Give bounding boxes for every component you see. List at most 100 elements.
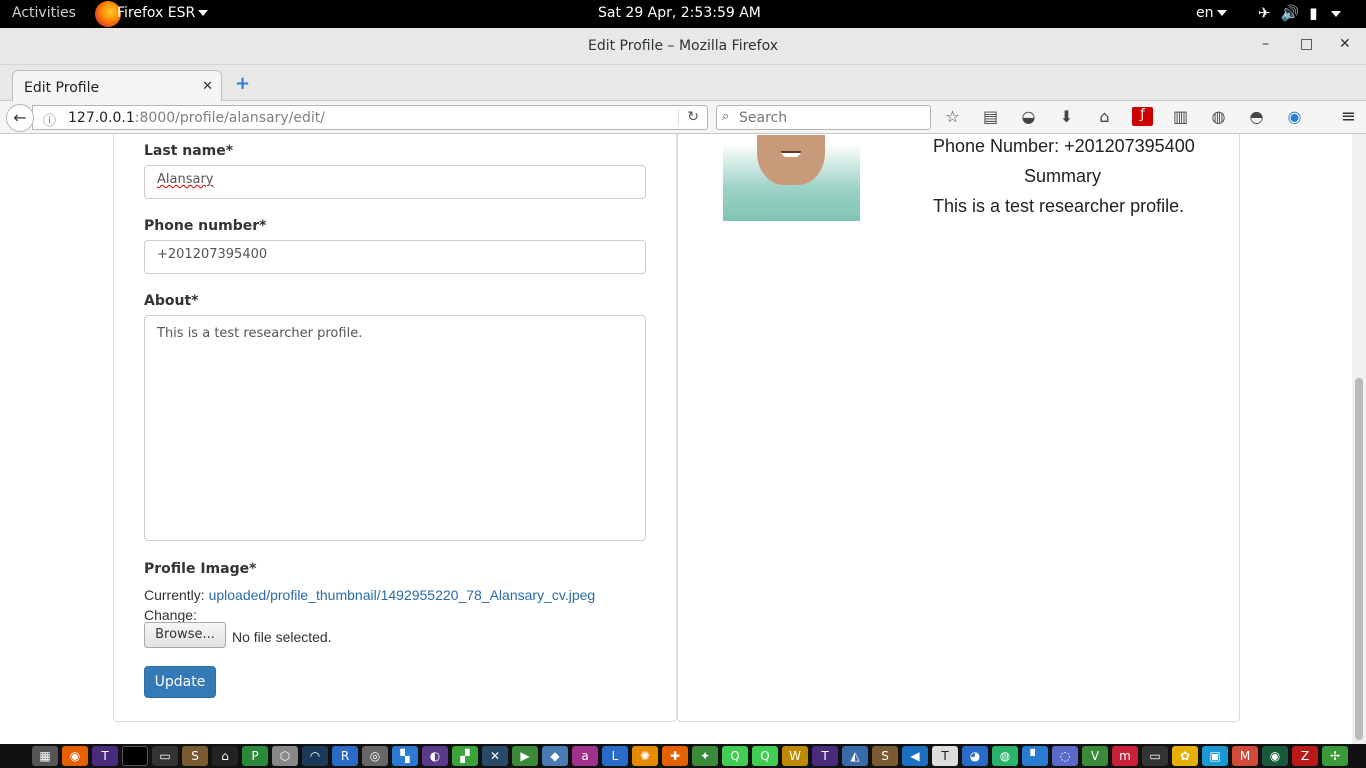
sublime-icon[interactable]: S — [872, 746, 898, 766]
url-host: 127.0.0.1 — [68, 110, 135, 126]
volume-icon: 🔊 — [1280, 4, 1300, 22]
hamburger-menu-icon[interactable]: ≡ — [1341, 106, 1356, 127]
close-window-button[interactable]: ✕ — [1339, 36, 1351, 52]
app-icon[interactable]: ◕ — [962, 746, 988, 766]
app-icon[interactable]: ⬡ — [272, 746, 298, 766]
update-button[interactable]: Update — [144, 666, 216, 698]
rstudio-icon[interactable]: ◎ — [362, 746, 388, 766]
language-menu[interactable]: en — [1196, 5, 1227, 21]
home-icon[interactable]: ⌂ — [1094, 107, 1115, 126]
canopy-icon[interactable]: ◠ — [302, 746, 328, 766]
r-icon[interactable]: R — [332, 746, 358, 766]
extension-icon[interactable]: ▥ — [1170, 107, 1191, 126]
app-icon[interactable]: a — [572, 746, 598, 766]
about-label: About* — [144, 293, 199, 309]
firefox-icon[interactable]: ◉ — [62, 746, 88, 766]
phone-number-field[interactable]: +201207395400 — [144, 240, 646, 274]
app-icon[interactable]: ◆ — [542, 746, 568, 766]
app-icon[interactable]: ✚ — [662, 746, 688, 766]
app-icon[interactable]: ▘ — [1022, 746, 1048, 766]
about-value: This is a test researcher profile. — [157, 326, 363, 341]
search-input[interactable] — [739, 108, 924, 127]
app-icon[interactable]: W — [782, 746, 808, 766]
extension-icon[interactable]: ◍ — [1208, 107, 1229, 126]
bookmark-star-icon[interactable]: ☆ — [942, 107, 963, 126]
taskbar-dock: ▦ ◉ T ▭ S ⌂ P ⬡ ◠ R ◎ ▚ ◐ ▞ ✕ ▶ ◆ a L ✺ … — [0, 744, 1366, 768]
search-bar[interactable]: ⌕ — [716, 105, 931, 130]
settings-icon[interactable]: ✺ — [632, 746, 658, 766]
gmail-icon[interactable]: M — [1232, 746, 1258, 766]
page-content: Last name* Alansary Phone number* +20120… — [0, 134, 1366, 744]
app-icon[interactable]: ✕ — [482, 746, 508, 766]
download-icon[interactable]: ⬇ — [1056, 107, 1077, 126]
site-info-icon[interactable]: ⓘ — [43, 110, 56, 129]
pocket-icon[interactable]: ◒ — [1018, 107, 1039, 126]
extension-icon[interactable]: ◓ — [1246, 107, 1267, 126]
tex-icon[interactable]: T — [932, 746, 958, 766]
language-label: en — [1196, 5, 1214, 21]
filezilla-icon[interactable]: Z — [1292, 746, 1318, 766]
app-icon[interactable]: ▚ — [392, 746, 418, 766]
vertical-scrollbar[interactable] — [1352, 134, 1366, 744]
terminal-icon[interactable]: ▭ — [1142, 746, 1168, 766]
browse-button[interactable]: Browse... — [144, 622, 226, 648]
app-icon[interactable]: ▞ — [452, 746, 478, 766]
app-icon[interactable]: ◌ — [1052, 746, 1078, 766]
window-title: Edit Profile – Mozilla Firefox — [587, 38, 779, 54]
summary-text: This is a test researcher profile. — [933, 196, 1185, 216]
app-icon[interactable]: ▶ — [512, 746, 538, 766]
libreoffice-icon[interactable]: L — [602, 746, 628, 766]
downloads-status-icon[interactable]: ◉ — [1284, 107, 1305, 126]
about-textarea[interactable]: This is a test researcher profile. — [144, 315, 646, 541]
profile-photo-face — [757, 135, 825, 185]
files-icon[interactable]: ▦ — [32, 746, 58, 766]
app-icon[interactable]: m — [1112, 746, 1138, 766]
url-text: 127.0.0.1:8000/profile/alansary/edit/ — [68, 110, 325, 126]
home-icon[interactable]: ⌂ — [212, 746, 238, 766]
scrollbar-thumb[interactable] — [1355, 378, 1363, 740]
profile-image-label: Profile Image* — [144, 561, 257, 577]
current-image-link[interactable]: uploaded/profile_thumbnail/1492955220_78… — [209, 587, 596, 603]
current-image-line: Currently: uploaded/profile_thumbnail/14… — [144, 587, 595, 603]
vim-icon[interactable]: V — [1082, 746, 1108, 766]
clock[interactable]: Sat 29 Apr, 2:53:59 AM — [598, 5, 761, 21]
maximize-button[interactable]: □ — [1300, 36, 1313, 52]
vscode-icon[interactable]: ◀ — [902, 746, 928, 766]
new-tab-button[interactable]: + — [235, 73, 250, 94]
summary-heading: Summary — [1024, 166, 1102, 186]
url-bar[interactable]: ⓘ 127.0.0.1:8000/profile/alansary/edit/ … — [32, 105, 708, 130]
app-icon[interactable]: ◍ — [992, 746, 1018, 766]
minimize-button[interactable]: – — [1262, 36, 1269, 52]
terminal-icon[interactable] — [122, 746, 148, 766]
activities-button[interactable]: Activities — [12, 5, 76, 21]
qt-icon[interactable]: Q — [752, 746, 778, 766]
qt-icon[interactable]: Q — [722, 746, 748, 766]
sublime-icon[interactable]: S — [182, 746, 208, 766]
app-menu-label: Firefox ESR — [117, 5, 196, 21]
terminal-icon[interactable]: ▭ — [152, 746, 178, 766]
tex-icon[interactable]: T — [812, 746, 838, 766]
pycharm-icon[interactable]: P — [242, 746, 268, 766]
reload-icon[interactable]: ↻ — [678, 109, 699, 125]
tab-strip: Edit Profile ✕ + — [0, 65, 1366, 102]
app-icon[interactable]: ◉ — [1262, 746, 1288, 766]
change-label: Change: — [144, 607, 197, 623]
app-icon[interactable]: ▣ — [1202, 746, 1228, 766]
app-icon[interactable]: ✦ — [692, 746, 718, 766]
tex-icon[interactable]: T — [92, 746, 118, 766]
last-name-field[interactable]: Alansary — [144, 165, 646, 199]
app-icon[interactable]: ✢ — [1322, 746, 1348, 766]
back-button[interactable]: ← — [6, 104, 34, 132]
eclipse-icon[interactable]: ◐ — [422, 746, 448, 766]
app-icon[interactable]: ◭ — [842, 746, 868, 766]
url-path: :8000/profile/alansary/edit/ — [134, 110, 325, 126]
sunflower-icon[interactable]: ✿ — [1172, 746, 1198, 766]
system-status-area[interactable]: ✈ 🔊 ▮ — [1258, 4, 1341, 22]
app-menu[interactable]: Firefox ESR — [117, 5, 209, 21]
tab-close-icon[interactable]: ✕ — [202, 79, 213, 94]
flash-icon[interactable]: ƒ — [1132, 107, 1153, 126]
tab-edit-profile[interactable]: Edit Profile ✕ — [12, 70, 222, 102]
profile-preview: Phone Number: +201207395400 Summary This… — [677, 134, 1240, 722]
reader-list-icon[interactable]: ▤ — [980, 107, 1001, 126]
toolbar-icons: ☆ ▤ ◒ ⬇ ⌂ ƒ ▥ ◍ ◓ ◉ — [942, 107, 1305, 126]
